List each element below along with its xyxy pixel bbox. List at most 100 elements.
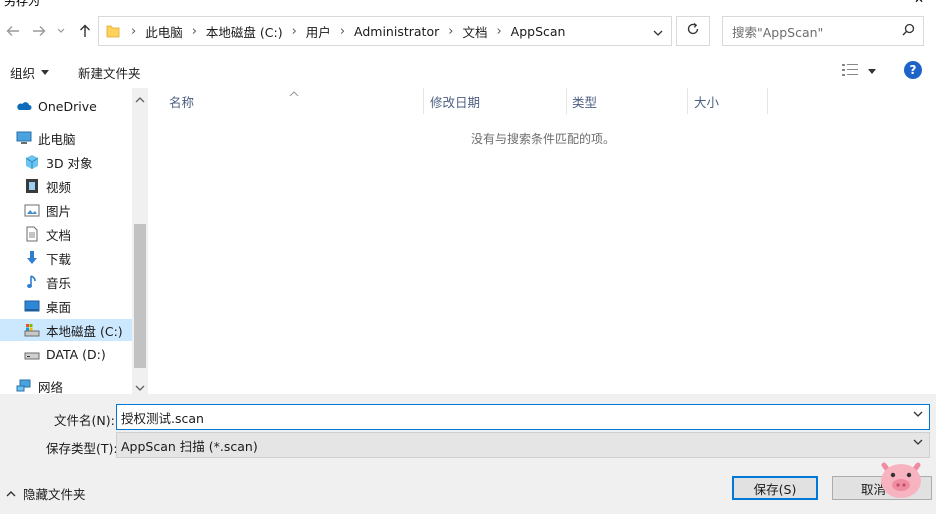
column-header-size[interactable]: 大小 xyxy=(694,88,719,114)
this-pc-icon xyxy=(16,130,32,146)
pictures-icon xyxy=(24,202,40,218)
breadcrumb-separator[interactable]: › xyxy=(448,24,453,39)
column-divider[interactable] xyxy=(566,88,567,114)
nav-item-label: 音乐 xyxy=(46,275,72,291)
recent-locations-chevron-icon[interactable] xyxy=(53,20,69,42)
nav-item-label: 视频 xyxy=(46,179,72,195)
organize-label: 组织 xyxy=(10,66,36,81)
column-divider[interactable] xyxy=(423,88,424,114)
breadcrumb-separator[interactable]: › xyxy=(192,24,197,39)
nav-item-label: 网络 xyxy=(38,379,64,395)
nav-item-label: OneDrive xyxy=(38,98,97,114)
column-header-type[interactable]: 类型 xyxy=(572,88,597,114)
chevron-up-icon xyxy=(6,491,16,497)
nav-item-label: 文档 xyxy=(46,227,72,243)
window-title: 另存为 xyxy=(4,0,41,8)
caret-down-icon xyxy=(868,69,876,74)
desktop-icon xyxy=(24,298,40,314)
search-icon xyxy=(902,23,915,39)
nav-item-videos[interactable]: 视频 xyxy=(24,175,132,197)
nav-item-this-pc[interactable]: 此电脑 xyxy=(16,127,132,149)
close-icon[interactable]: ✕ xyxy=(914,0,924,6)
forward-arrow-icon[interactable] xyxy=(28,20,50,42)
local-disk-icon xyxy=(24,322,40,338)
nav-item-documents[interactable]: 文档 xyxy=(24,223,132,245)
help-icon[interactable]: ? xyxy=(904,61,922,79)
up-arrow-icon[interactable] xyxy=(74,20,96,42)
nav-item-local-disk[interactable]: 本地磁盘 (C:) xyxy=(0,319,132,341)
title-bar: 另存为 ✕ xyxy=(0,0,936,8)
search-input[interactable]: 搜索"AppScan" xyxy=(722,16,924,46)
filetype-select[interactable]: AppScan 扫描 (*.scan) xyxy=(116,432,930,458)
nav-item-data-drive[interactable]: DATA (D:) xyxy=(24,343,132,365)
filename-dropdown-icon[interactable] xyxy=(913,410,923,421)
filename-value: 授权测试.scan xyxy=(121,410,204,426)
address-dropdown-icon[interactable] xyxy=(653,26,663,40)
nav-item-music[interactable]: 音乐 xyxy=(24,271,132,293)
nav-item-label: 图片 xyxy=(46,203,72,219)
nav-item-desktop[interactable]: 桌面 xyxy=(24,295,132,317)
nav-item-3d-objects[interactable]: 3D 对象 xyxy=(24,151,132,173)
documents-icon xyxy=(24,226,40,242)
view-options-button[interactable] xyxy=(842,63,876,80)
details-view-icon xyxy=(842,63,858,80)
filetype-label: 保存类型(T): xyxy=(46,441,118,456)
refresh-icon xyxy=(686,22,700,40)
filetype-dropdown-icon[interactable] xyxy=(913,438,923,449)
breadcrumb-this-pc[interactable]: 此电脑 xyxy=(145,22,183,41)
breadcrumb-appscan[interactable]: AppScan xyxy=(511,24,566,39)
nav-scrollbar-thumb[interactable] xyxy=(134,224,146,368)
column-header-name[interactable]: 名称 xyxy=(169,88,194,114)
nav-item-label: DATA (D:) xyxy=(46,346,106,362)
search-placeholder: 搜索"AppScan" xyxy=(732,24,824,40)
empty-list-message: 没有与搜索条件匹配的项。 xyxy=(470,132,615,146)
save-button-label: 保存(S) xyxy=(753,481,797,497)
filename-label: 文件名(N): xyxy=(54,413,115,428)
breadcrumb-local-disk[interactable]: 本地磁盘 (C:) xyxy=(206,22,283,41)
network-icon xyxy=(16,378,32,394)
breadcrumb-separator[interactable]: › xyxy=(340,24,345,39)
nav-item-onedrive[interactable]: OneDrive xyxy=(16,95,132,117)
breadcrumb-separator[interactable]: › xyxy=(131,24,136,39)
breadcrumb-documents[interactable]: 文档 xyxy=(462,22,487,41)
navigation-pane: OneDrive 此电脑 3D 对象 视频 图片 文档 下载 音乐 桌面 本地磁… xyxy=(0,88,148,395)
refresh-button[interactable] xyxy=(676,16,710,46)
onedrive-cloud-icon xyxy=(16,98,32,114)
column-header-date-modified[interactable]: 修改日期 xyxy=(430,88,480,114)
3d-objects-icon xyxy=(24,154,40,170)
column-divider[interactable] xyxy=(767,88,768,114)
organize-menu-button[interactable]: 组织 xyxy=(10,63,50,82)
breadcrumb-separator[interactable]: › xyxy=(292,24,297,39)
breadcrumb-administrator[interactable]: Administrator xyxy=(354,24,439,39)
save-button[interactable]: 保存(S) xyxy=(732,476,818,500)
nav-item-label: 3D 对象 xyxy=(46,155,93,171)
new-folder-label: 新建文件夹 xyxy=(78,66,141,81)
music-icon xyxy=(24,274,40,290)
address-bar[interactable]: › 此电脑 › 本地磁盘 (C:) › 用户 › Administrator ›… xyxy=(98,16,672,46)
nav-item-pictures[interactable]: 图片 xyxy=(24,199,132,221)
filename-input[interactable]: 授权测试.scan xyxy=(116,404,930,430)
drive-icon xyxy=(24,346,40,362)
hide-folders-toggle[interactable]: 隐藏文件夹 xyxy=(6,484,86,503)
breadcrumb-users[interactable]: 用户 xyxy=(306,22,331,41)
nav-item-label: 下载 xyxy=(46,251,72,267)
filetype-value: AppScan 扫描 (*.scan) xyxy=(121,438,258,454)
downloads-icon xyxy=(24,250,40,266)
nav-item-label: 桌面 xyxy=(46,299,72,315)
hide-folders-label: 隐藏文件夹 xyxy=(23,487,86,502)
back-arrow-icon[interactable] xyxy=(2,20,24,42)
column-divider[interactable] xyxy=(687,88,688,114)
videos-icon xyxy=(24,178,40,194)
sort-ascending-icon xyxy=(289,86,299,100)
folder-icon xyxy=(105,23,121,39)
nav-item-downloads[interactable]: 下载 xyxy=(24,247,132,269)
nav-item-label: 本地磁盘 (C:) xyxy=(46,323,123,339)
pig-mascot-icon xyxy=(876,455,926,501)
scroll-up-icon[interactable] xyxy=(135,92,145,106)
breadcrumb-separator[interactable]: › xyxy=(496,24,501,39)
scroll-down-icon[interactable] xyxy=(135,381,145,395)
column-headers: 名称 修改日期 类型 大小 xyxy=(150,88,936,114)
new-folder-button[interactable]: 新建文件夹 xyxy=(78,63,141,82)
command-bar: 组织 新建文件夹 ? xyxy=(0,56,936,86)
nav-item-label: 此电脑 xyxy=(38,131,76,147)
